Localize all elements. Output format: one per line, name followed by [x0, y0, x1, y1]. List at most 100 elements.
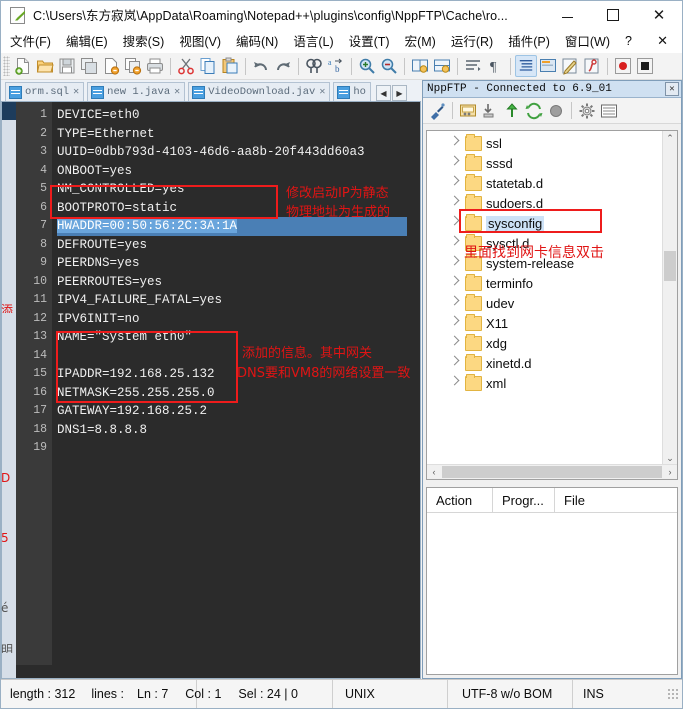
tab-new-1-java[interactable]: new 1.java ✕	[87, 82, 186, 101]
menu-macro[interactable]: 宏(M)	[404, 29, 437, 52]
user-defined-lang-icon[interactable]	[559, 55, 581, 77]
chevron-right-icon[interactable]	[449, 315, 460, 326]
settings-icon[interactable]	[576, 100, 598, 122]
tree-item-sysconfig[interactable]: sysconfig	[427, 213, 663, 233]
tree-scroll-right-button[interactable]: ›	[663, 467, 677, 477]
open-file-icon[interactable]	[34, 55, 56, 77]
close-all-icon[interactable]	[122, 55, 144, 77]
paste-icon[interactable]	[219, 55, 241, 77]
code-line[interactable]: NETMASK=255.255.255.0	[57, 384, 420, 403]
tab-videodownload-java[interactable]: VideoDownload.jav ✕	[188, 82, 331, 101]
new-file-icon[interactable]	[12, 55, 34, 77]
code-line[interactable]: PEERDNS=yes	[57, 254, 420, 273]
tree-item-terminfo[interactable]: terminfo	[427, 273, 663, 293]
download-icon[interactable]	[479, 100, 501, 122]
maximize-button[interactable]	[590, 1, 636, 28]
abort-icon[interactable]	[545, 100, 567, 122]
tab-orm-sql[interactable]: orm.sql ✕	[5, 82, 85, 101]
find-icon[interactable]	[303, 55, 325, 77]
tree-item-sssd[interactable]: sssd	[427, 153, 663, 173]
tree-item-xdg[interactable]: xdg	[427, 333, 663, 353]
stop-macro-icon[interactable]	[634, 55, 656, 77]
code-line[interactable]: GATEWAY=192.168.25.2	[57, 402, 420, 421]
menu-window[interactable]: 窗口(W)	[564, 29, 611, 52]
tree-scroll-thumb[interactable]	[664, 251, 676, 281]
queue-column-progress[interactable]: Progr...	[493, 488, 555, 512]
tree-item-ssl[interactable]: ssl	[427, 133, 663, 153]
menu-settings[interactable]: 设置(T)	[348, 29, 391, 52]
tree-item-sudoers-d[interactable]: sudoers.d	[427, 193, 663, 213]
resize-grip[interactable]	[667, 687, 680, 701]
indent-guide-icon[interactable]	[515, 55, 537, 77]
remote-file-tree[interactable]: ssl sssd statetab.d sudoers.d sysconfig sysct…	[426, 130, 678, 480]
word-wrap-icon[interactable]	[462, 55, 484, 77]
tree-scroll-left-button[interactable]: ‹	[427, 467, 441, 477]
menu-file[interactable]: 文件(F)	[9, 29, 52, 52]
messages-icon[interactable]	[598, 100, 620, 122]
editor-horizontal-scrollbar[interactable]	[16, 665, 407, 678]
status-eol-format[interactable]: UNIX	[333, 679, 448, 708]
chevron-right-icon[interactable]	[449, 255, 460, 266]
tree-scroll-down-button[interactable]: ⌄	[663, 451, 677, 465]
menu-view[interactable]: 视图(V)	[178, 29, 222, 52]
replace-icon[interactable]: ab	[325, 55, 347, 77]
code-line[interactable]: DEVICE=eth0	[57, 106, 420, 125]
sync-horizontal-icon[interactable]	[431, 55, 453, 77]
redo-icon[interactable]	[272, 55, 294, 77]
chevron-right-icon[interactable]	[449, 275, 460, 286]
editor-vertical-scrollbar[interactable]	[407, 102, 420, 678]
chevron-right-icon[interactable]	[449, 295, 460, 306]
close-document-button[interactable]: ✕	[657, 33, 668, 49]
connect-icon[interactable]	[426, 100, 448, 122]
tab-ho[interactable]: ho	[333, 82, 371, 101]
tree-horizontal-scrollbar[interactable]: ‹ ›	[427, 464, 677, 479]
tree-hscroll-thumb[interactable]	[442, 466, 662, 478]
tree-scroll-up-button[interactable]: ⌃	[663, 131, 677, 145]
cut-icon[interactable]	[175, 55, 197, 77]
print-icon[interactable]	[144, 55, 166, 77]
tab-close-icon[interactable]: ✕	[319, 86, 325, 98]
queue-column-file[interactable]: File	[555, 488, 665, 512]
menu-help[interactable]: ?	[624, 32, 633, 50]
open-dir-icon[interactable]	[457, 100, 479, 122]
code-line[interactable]: TYPE=Ethernet	[57, 125, 420, 144]
close-file-icon[interactable]	[100, 55, 122, 77]
chevron-right-icon[interactable]	[449, 215, 460, 226]
ui-display-icon[interactable]	[537, 55, 559, 77]
menu-plugins[interactable]: 插件(P)	[507, 29, 551, 52]
chevron-right-icon[interactable]	[449, 155, 460, 166]
tab-close-icon[interactable]: ✕	[174, 86, 180, 98]
code-line[interactable]: ONBOOT=yes	[57, 162, 420, 181]
code-line[interactable]: NAME="System eth0"	[57, 328, 420, 347]
chevron-right-icon[interactable]	[449, 175, 460, 186]
sync-vertical-icon[interactable]	[409, 55, 431, 77]
chevron-right-icon[interactable]	[449, 235, 460, 246]
function-list-icon[interactable]	[581, 55, 603, 77]
tree-item-xml[interactable]: xml	[427, 373, 663, 393]
record-macro-icon[interactable]	[612, 55, 634, 77]
code-line[interactable]: PEERROUTES=yes	[57, 273, 420, 292]
code-line[interactable]: IPV4_FAILURE_FATAL=yes	[57, 291, 420, 310]
tab-scroll-right-button[interactable]: ▶	[391, 85, 407, 101]
minimize-button[interactable]	[544, 1, 590, 28]
undo-icon[interactable]	[250, 55, 272, 77]
zoom-in-icon[interactable]	[356, 55, 378, 77]
bookmark-margin[interactable]	[2, 102, 16, 678]
menu-edit[interactable]: 编辑(E)	[65, 29, 109, 52]
tab-scroll-left-button[interactable]: ◀	[375, 85, 391, 101]
show-all-chars-icon[interactable]: ¶	[484, 55, 506, 77]
menu-search[interactable]: 搜索(S)	[122, 29, 166, 52]
code-line[interactable]	[57, 439, 420, 458]
panel-splitter[interactable]	[423, 480, 681, 486]
chevron-right-icon[interactable]	[449, 335, 460, 346]
tree-item-udev[interactable]: udev	[427, 293, 663, 313]
status-encoding[interactable]: UTF-8 w/o BOM	[448, 679, 573, 708]
code-line[interactable]: UUID=0dbb793d-4103-46d6-aa8b-20f443dd60a…	[57, 143, 420, 162]
menu-run[interactable]: 运行(R)	[450, 29, 494, 52]
code-line[interactable]: DNS1=8.8.8.8	[57, 421, 420, 440]
chevron-right-icon[interactable]	[449, 195, 460, 206]
menu-encoding[interactable]: 编码(N)	[235, 29, 279, 52]
toolbar-grip[interactable]	[3, 56, 10, 76]
save-all-icon[interactable]	[78, 55, 100, 77]
tree-item-statetab-d[interactable]: statetab.d	[427, 173, 663, 193]
